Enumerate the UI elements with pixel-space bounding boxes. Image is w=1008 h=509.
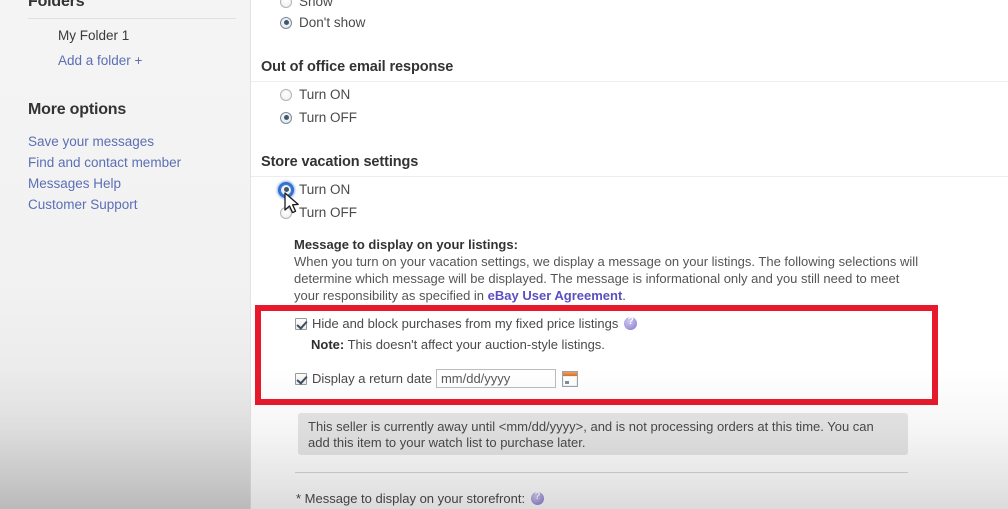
radio-label-ooo-turn-on: Turn ON bbox=[299, 87, 351, 102]
radio-vacation-turn-on[interactable] bbox=[280, 183, 292, 196]
radio-ooo-turn-off[interactable] bbox=[280, 111, 292, 124]
info-icon-storefront[interactable] bbox=[531, 491, 545, 505]
message-to-display-title: Message to display on your listings: bbox=[294, 237, 518, 252]
radio-show[interactable] bbox=[280, 0, 292, 8]
note-label: Note: bbox=[311, 337, 345, 352]
radio-ooo-turn-on[interactable] bbox=[280, 88, 292, 101]
note-text: This doesn't affect your auction-style l… bbox=[344, 337, 605, 352]
storefront-message-label-row: * Message to display on your storefront: bbox=[296, 491, 545, 506]
radio-label-ooo-turn-off: Turn OFF bbox=[299, 110, 358, 125]
message-to-display-body: When you turn on your vacation settings,… bbox=[294, 253, 919, 304]
sidebar-item-customer-support[interactable]: Customer Support bbox=[28, 197, 138, 212]
radio-label-vacation-turn-off: Turn OFF bbox=[299, 205, 358, 220]
radio-dont-show[interactable] bbox=[280, 16, 292, 29]
checkbox-label-display-return-date: Display a return date bbox=[312, 371, 432, 386]
section-heading-out-of-office: Out of office email response bbox=[261, 59, 454, 75]
settings-page: Folders My Folder 1 Add a folder + More … bbox=[0, 0, 1008, 509]
storefront-message-label: * Message to display on your storefront: bbox=[296, 491, 526, 506]
sidebar-add-a-folder-link[interactable]: Add a folder + bbox=[58, 53, 142, 68]
radio-label-show: Show bbox=[299, 0, 333, 9]
checkbox-row-display-return-date[interactable]: Display a return date bbox=[295, 369, 578, 388]
checkbox-row-hide-and-block[interactable]: Hide and block purchases from my fixed p… bbox=[295, 316, 638, 331]
folders-divider bbox=[28, 18, 236, 19]
folders-heading: Folders bbox=[28, 0, 85, 10]
sidebar-folder-my-folder-1[interactable]: My Folder 1 bbox=[58, 28, 129, 43]
sidebar-item-find-and-contact-member[interactable]: Find and contact member bbox=[28, 155, 181, 170]
section-rule-store-vacation bbox=[251, 176, 1008, 177]
radio-label-vacation-turn-on: Turn ON bbox=[299, 182, 351, 197]
section-rule-out-of-office bbox=[251, 81, 1008, 82]
radio-row-ooo-turn-on[interactable]: Turn ON bbox=[280, 87, 350, 102]
sidebar-item-messages-help[interactable]: Messages Help bbox=[28, 176, 121, 191]
checkbox-label-hide-and-block: Hide and block purchases from my fixed p… bbox=[312, 316, 619, 331]
ebay-user-agreement-link[interactable]: eBay User Agreement bbox=[488, 288, 623, 303]
radio-row-show[interactable]: Show bbox=[280, 0, 333, 9]
return-date-input[interactable] bbox=[435, 369, 556, 388]
info-icon-hide-and-block[interactable] bbox=[624, 316, 638, 330]
message-body-period: . bbox=[622, 288, 626, 303]
calendar-icon-header bbox=[562, 371, 577, 376]
calendar-icon[interactable] bbox=[561, 370, 578, 387]
radio-row-vacation-turn-on[interactable]: Turn ON bbox=[280, 182, 350, 197]
radio-row-vacation-turn-off[interactable]: Turn OFF bbox=[280, 205, 357, 220]
checkbox-display-return-date[interactable] bbox=[295, 372, 307, 385]
sidebar-item-save-your-messages[interactable]: Save your messages bbox=[28, 134, 154, 149]
seller-away-notice-text: This seller is currently away until <mm/… bbox=[308, 419, 874, 450]
calendar-icon-body bbox=[563, 376, 576, 385]
checkbox-hide-and-block[interactable] bbox=[295, 317, 307, 330]
left-sidebar: Folders My Folder 1 Add a folder + More … bbox=[0, 0, 250, 509]
radio-row-ooo-turn-off[interactable]: Turn OFF bbox=[280, 110, 357, 125]
radio-row-dont-show[interactable]: Don't show bbox=[280, 15, 365, 30]
section-heading-store-vacation: Store vacation settings bbox=[261, 154, 419, 170]
note-auction-style: Note: This doesn't affect your auction-s… bbox=[311, 337, 605, 352]
radio-label-dont-show: Don't show bbox=[299, 15, 366, 30]
seller-away-notice-box: This seller is currently away until <mm/… bbox=[298, 413, 908, 455]
more-options-heading: More options bbox=[28, 101, 127, 118]
bottom-divider bbox=[295, 472, 908, 473]
radio-vacation-turn-off[interactable] bbox=[280, 206, 292, 219]
